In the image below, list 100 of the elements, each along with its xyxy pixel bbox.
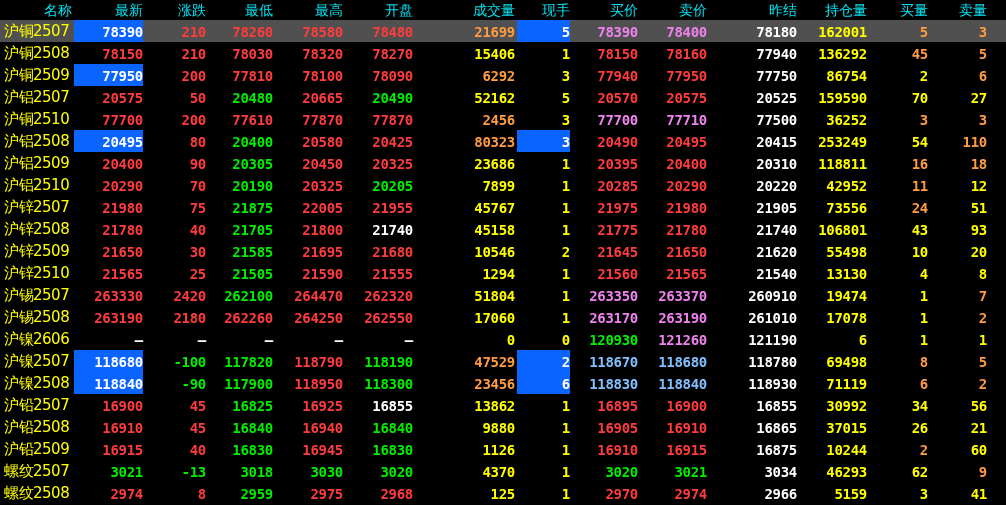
contract-name: 沪铜2509 [3, 65, 71, 86]
contract-name: 沪铝2509 [3, 153, 71, 174]
table-cell: 1 [561, 289, 570, 303]
table-cell: 3 [561, 69, 570, 83]
table-cell: 1 [561, 157, 570, 171]
table-cell: 21 [970, 421, 987, 435]
table-cell: 21740 [372, 223, 413, 237]
table-cell: 263370 [658, 289, 707, 303]
table-cell: 16830 [372, 443, 413, 457]
table-cell: 261010 [748, 311, 797, 325]
table-cell: 12 [970, 179, 987, 193]
table-cell: 2 [561, 245, 570, 259]
table-cell: 2456 [482, 113, 515, 127]
table-cell: 6 [919, 377, 928, 391]
table-cell: 20400 [232, 135, 273, 149]
column-header[interactable]: 现手 [515, 0, 570, 20]
table-cell: 17060 [474, 311, 515, 325]
table-cell: 16900 [666, 399, 707, 413]
table-cell: 62 [911, 465, 928, 479]
table-cell: 121260 [658, 333, 707, 347]
table-cell: 10546 [474, 245, 515, 259]
column-header[interactable]: 开盘 [343, 0, 413, 20]
contract-name: 沪铝2510 [3, 175, 71, 196]
table-cell: 21980 [666, 201, 707, 215]
table-cell: 21699 [474, 25, 515, 39]
table-cell: 16910 [102, 421, 143, 435]
table-cell: 37015 [826, 421, 867, 435]
table-cell: 2974 [110, 487, 143, 501]
table-cell: 78260 [232, 25, 273, 39]
table-cell: 20495 [102, 135, 143, 149]
table-row[interactable]: 沪铜2507 78390 210 78260 78580 78480 21699 5 78390 78400 78180 162001 5 3 [0, 20, 1006, 42]
table-cell: 45 [189, 421, 206, 435]
column-header[interactable]: 成交量 [413, 0, 515, 20]
table-cell: 16840 [372, 421, 413, 435]
table-cell: 77950 [102, 69, 143, 83]
column-header[interactable]: 持仓量 [797, 0, 867, 20]
table-cell: 50 [189, 91, 206, 105]
column-header[interactable]: 买价 [570, 0, 638, 20]
column-header[interactable]: 卖价 [638, 0, 707, 20]
table-cell: 120930 [589, 333, 638, 347]
table-cell: 1 [561, 443, 570, 457]
column-header[interactable]: 昨结 [707, 0, 797, 20]
table-cell: — [197, 333, 206, 347]
table-cell: 46293 [826, 465, 867, 479]
table-cell: 1 [561, 201, 570, 215]
table-cell: 200 [181, 113, 206, 127]
table-cell: 1 [561, 465, 570, 479]
table-cell: 26 [911, 421, 928, 435]
table-cell: 1 [561, 487, 570, 501]
table-cell: 125 [490, 487, 515, 501]
table-cell: 78580 [302, 25, 343, 39]
table-cell: 20310 [756, 157, 797, 171]
table-cell: 106801 [818, 223, 867, 237]
column-header[interactable]: 名称 [0, 0, 72, 20]
table-cell: 16905 [597, 421, 638, 435]
column-header[interactable]: 涨跌 [143, 0, 206, 20]
column-header[interactable]: 最低 [206, 0, 273, 20]
table-cell: 253249 [818, 135, 867, 149]
table-cell: 78390 [102, 25, 143, 39]
column-header[interactable]: 卖量 [928, 0, 987, 20]
table-cell: 13130 [826, 267, 867, 281]
table-cell: 45767 [474, 201, 515, 215]
column-header[interactable]: 最高 [273, 0, 343, 20]
table-cell: 45 [189, 399, 206, 413]
table-cell: 21780 [102, 223, 143, 237]
contract-name: 沪铜2507 [3, 21, 71, 42]
contract-name: 沪镍2508 [3, 373, 71, 394]
table-cell: 1 [561, 267, 570, 281]
column-header[interactable]: 最新 [72, 0, 143, 20]
table-cell: 2974 [674, 487, 707, 501]
table-cell: 20525 [756, 91, 797, 105]
contract-name: 沪锌2510 [3, 263, 71, 284]
table-cell: 5 [978, 355, 987, 369]
contract-name: 沪铝2507 [3, 87, 71, 108]
table-cell: 21780 [666, 223, 707, 237]
table-cell: 5159 [834, 487, 867, 501]
table-cell: 20400 [666, 157, 707, 171]
table-cell: 264250 [294, 311, 343, 325]
table-cell: 11 [911, 179, 928, 193]
table-cell: 263170 [589, 311, 638, 325]
table-cell: 51 [970, 201, 987, 215]
table-cell: 16910 [666, 421, 707, 435]
table-cell: 20395 [597, 157, 638, 171]
table-cell: 21955 [372, 201, 413, 215]
table-cell: 16825 [232, 399, 273, 413]
column-header[interactable]: 买量 [867, 0, 928, 20]
table-cell: 20490 [372, 91, 413, 105]
table-cell: 78150 [102, 47, 143, 61]
table-cell: 8 [919, 355, 928, 369]
table-cell: 1 [561, 399, 570, 413]
table-cell: — [334, 333, 343, 347]
table-cell: 77870 [372, 113, 413, 127]
contract-name: 沪镍2507 [3, 351, 71, 372]
contract-name: 沪锡2507 [3, 285, 71, 306]
table-cell: 263190 [94, 311, 143, 325]
table-cell: 7899 [482, 179, 515, 193]
table-cell: 1 [561, 311, 570, 325]
table-cell: 21680 [372, 245, 413, 259]
table-cell: 263190 [658, 311, 707, 325]
table-cell: 210 [181, 25, 206, 39]
